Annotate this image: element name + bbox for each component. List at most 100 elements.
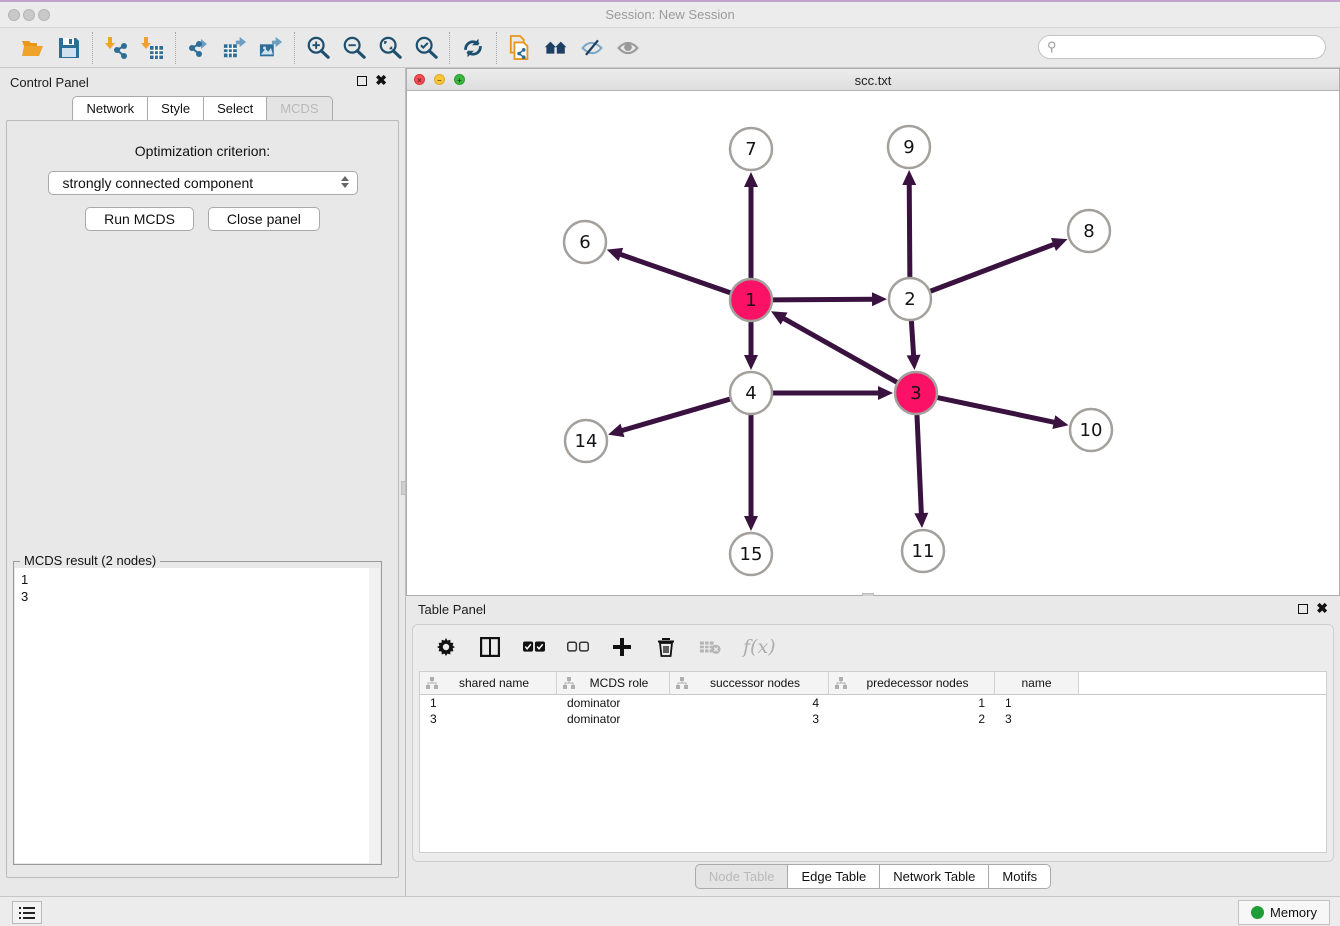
import-network-icon[interactable] bbox=[104, 36, 128, 60]
tab-select[interactable]: Select bbox=[203, 96, 267, 120]
graph-edge[interactable] bbox=[771, 299, 875, 300]
network-title: scc.txt bbox=[407, 73, 1339, 88]
tab-node-table[interactable]: Node Table bbox=[695, 864, 789, 889]
graph-edge-arrowhead bbox=[744, 516, 758, 531]
mcds-result-scrollbar[interactable] bbox=[369, 568, 380, 863]
table-panel: Table Panel ✖ bbox=[406, 596, 1340, 896]
graph-edge[interactable] bbox=[911, 319, 913, 358]
graph-edge[interactable] bbox=[929, 243, 1057, 291]
hide-panel-icon[interactable] bbox=[580, 36, 604, 60]
graph-edge-arrowhead bbox=[744, 172, 758, 187]
tab-style[interactable]: Style bbox=[147, 96, 204, 120]
graph-edge[interactable] bbox=[917, 413, 922, 516]
delete-table-icon[interactable] bbox=[699, 636, 721, 658]
graph-edge-arrowhead bbox=[1052, 415, 1068, 429]
export-image-icon[interactable] bbox=[259, 36, 283, 60]
control-panel: Control Panel ✖ Network Style Select MCD… bbox=[0, 68, 406, 896]
table-float-icon[interactable] bbox=[1298, 604, 1308, 614]
refresh-icon[interactable] bbox=[461, 36, 485, 60]
float-panel-icon[interactable] bbox=[357, 76, 367, 86]
network-graph: 1234678910111415 bbox=[407, 91, 1339, 595]
column-header-name[interactable]: name bbox=[995, 672, 1079, 694]
graph-edge[interactable] bbox=[936, 397, 1057, 423]
graph-edge-arrowhead bbox=[907, 355, 921, 370]
criterion-value: strongly connected component bbox=[63, 175, 254, 191]
tab-network[interactable]: Network bbox=[72, 96, 148, 120]
zoom-selected-icon[interactable] bbox=[414, 36, 438, 60]
graph-node-label: 4 bbox=[745, 383, 756, 404]
graph-node-label: 8 bbox=[1083, 221, 1094, 242]
network-view-window: × – + scc.txt 1234678910111415 bbox=[406, 68, 1340, 596]
task-history-button[interactable] bbox=[12, 901, 42, 924]
vertical-split-handle[interactable] bbox=[401, 481, 406, 495]
graph-node-label: 6 bbox=[579, 232, 590, 253]
delete-column-icon[interactable] bbox=[655, 636, 677, 658]
network-titlebar[interactable]: × – + scc.txt bbox=[407, 69, 1339, 91]
home-icon[interactable] bbox=[544, 36, 568, 60]
table-header-row: shared name MCDS role successor nodes pr… bbox=[420, 672, 1326, 695]
column-tree-icon bbox=[563, 677, 575, 689]
save-session-icon[interactable] bbox=[57, 36, 81, 60]
graph-edge-arrowhead bbox=[607, 248, 623, 261]
mcds-result-group: MCDS result (2 nodes) 1 3 bbox=[13, 561, 382, 865]
search-field[interactable]: ⚲ bbox=[1038, 35, 1326, 59]
column-header-shared-name[interactable]: shared name bbox=[420, 672, 557, 694]
dropdown-stepper-icon bbox=[341, 176, 349, 188]
table-row[interactable]: 3 dominator 3 2 3 bbox=[420, 711, 1326, 727]
zoom-out-icon[interactable] bbox=[342, 36, 366, 60]
control-panel-title: Control Panel bbox=[10, 75, 89, 90]
copy-network-icon[interactable] bbox=[508, 36, 532, 60]
table-row[interactable]: 1 dominator 4 1 1 bbox=[420, 695, 1326, 711]
tab-motifs[interactable]: Motifs bbox=[988, 864, 1051, 889]
import-table-icon[interactable] bbox=[140, 36, 164, 60]
column-tree-icon bbox=[835, 677, 847, 689]
tab-edge-table[interactable]: Edge Table bbox=[787, 864, 880, 889]
window-title: Session: New Session bbox=[0, 7, 1340, 22]
application-window: Session: New Session bbox=[0, 0, 1340, 926]
open-session-icon[interactable] bbox=[21, 36, 45, 60]
tab-mcds[interactable]: MCDS bbox=[266, 96, 332, 120]
graph-node-label: 14 bbox=[575, 431, 598, 452]
mcds-result-text[interactable]: 1 3 bbox=[15, 568, 380, 863]
show-column-icon[interactable] bbox=[479, 636, 501, 658]
network-canvas[interactable]: 1234678910111415 bbox=[407, 91, 1339, 595]
titlebar: Session: New Session bbox=[0, 2, 1340, 28]
graph-edge[interactable] bbox=[620, 399, 732, 432]
search-input[interactable] bbox=[1057, 40, 1325, 54]
graph-node-label: 3 bbox=[910, 383, 921, 404]
export-network-icon[interactable] bbox=[187, 36, 211, 60]
table-settings-icon[interactable] bbox=[435, 636, 457, 658]
column-header-mcds-role[interactable]: MCDS role bbox=[557, 672, 670, 694]
memory-label: Memory bbox=[1270, 905, 1317, 920]
table-tabs: Node Table Edge Table Network Table Moti… bbox=[406, 864, 1340, 889]
graph-edge[interactable] bbox=[618, 254, 732, 294]
memory-button[interactable]: Memory bbox=[1238, 900, 1330, 925]
table-close-icon[interactable]: ✖ bbox=[1316, 601, 1328, 615]
graph-node-label: 9 bbox=[903, 137, 914, 158]
show-panel-icon[interactable] bbox=[616, 36, 640, 60]
select-all-icon[interactable] bbox=[523, 636, 545, 658]
graph-edge[interactable] bbox=[781, 317, 898, 383]
column-header-successor-nodes[interactable]: successor nodes bbox=[670, 672, 829, 694]
deselect-all-icon[interactable] bbox=[567, 636, 589, 658]
function-builder-icon[interactable]: f(x) bbox=[743, 636, 776, 658]
mcds-result-title: MCDS result (2 nodes) bbox=[20, 553, 160, 568]
export-table-icon[interactable] bbox=[223, 36, 247, 60]
zoom-in-icon[interactable] bbox=[306, 36, 330, 60]
add-column-icon[interactable] bbox=[611, 636, 633, 658]
criterion-dropdown[interactable]: strongly connected component bbox=[48, 171, 358, 195]
close-panel-icon[interactable]: ✖ bbox=[375, 73, 387, 87]
close-panel-button[interactable]: Close panel bbox=[208, 207, 320, 231]
column-tree-icon bbox=[676, 677, 688, 689]
tab-network-table[interactable]: Network Table bbox=[879, 864, 989, 889]
column-header-predecessor-nodes[interactable]: predecessor nodes bbox=[829, 672, 995, 694]
table-container: f(x) shared name MCDS role successor nod… bbox=[412, 624, 1334, 862]
graph-edge[interactable] bbox=[909, 182, 910, 279]
run-mcds-button[interactable]: Run MCDS bbox=[85, 207, 194, 231]
zoom-fit-icon[interactable] bbox=[378, 36, 402, 60]
graph-edge-arrowhead bbox=[878, 386, 893, 400]
optimization-criterion-label: Optimization criterion: bbox=[7, 143, 398, 159]
graph-edge-arrowhead bbox=[914, 513, 928, 528]
graph-node-label: 10 bbox=[1080, 420, 1103, 441]
graph-edge-arrowhead bbox=[902, 170, 916, 185]
